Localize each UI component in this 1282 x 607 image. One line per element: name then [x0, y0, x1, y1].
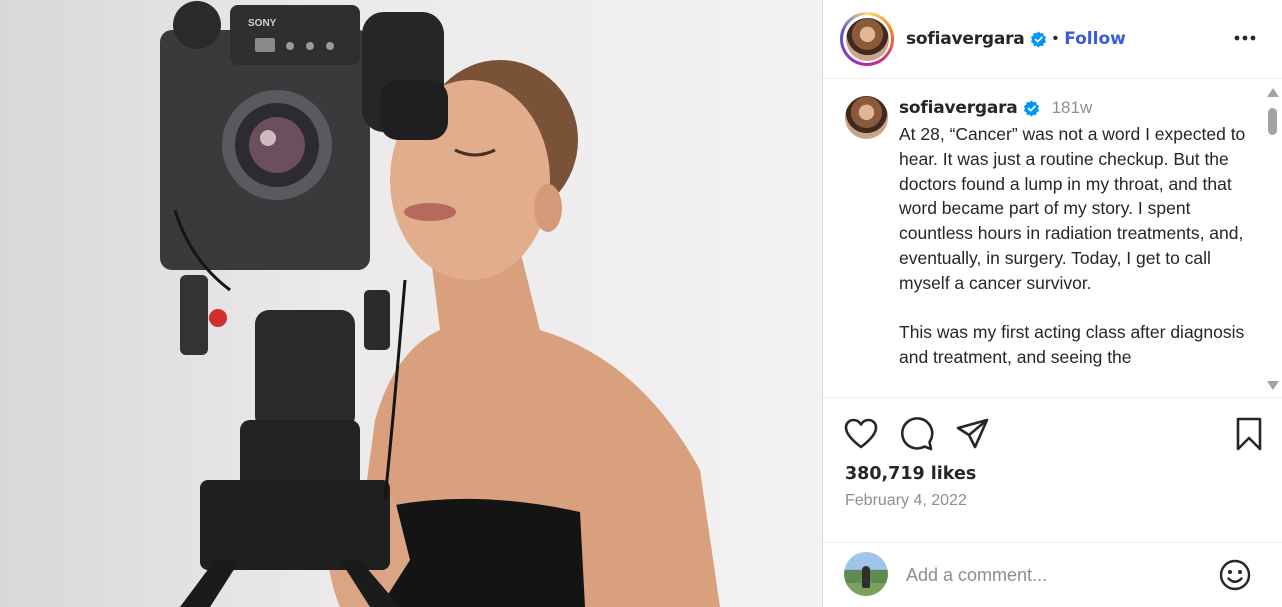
post-date[interactable]: February 4, 2022: [845, 492, 967, 510]
camera-brand-label: SONY: [248, 18, 277, 29]
bookmark-icon[interactable]: [1231, 416, 1267, 452]
verified-badge-icon: [1030, 30, 1047, 48]
scroll-down-arrow-icon[interactable]: [1267, 381, 1279, 390]
caption-text: At 28, “Cancer” was not a word I expecte…: [899, 124, 1246, 368]
current-user-avatar: [844, 552, 888, 596]
header-separator: •: [1052, 30, 1059, 47]
post-timestamp[interactable]: 181w: [1052, 98, 1093, 118]
avatar-image: [845, 17, 889, 61]
caption-section[interactable]: sofiavergara 181w At 28, “Cancer” was no…: [823, 80, 1282, 398]
likes-count[interactable]: 380,719 likes: [845, 464, 976, 484]
emoji-icon[interactable]: [1219, 559, 1251, 591]
comment-icon[interactable]: [899, 416, 935, 452]
post-actions: [843, 416, 1263, 452]
post-photo[interactable]: SONY: [0, 0, 822, 607]
follow-button[interactable]: Follow: [1064, 29, 1126, 49]
post-details-panel: sofiavergara • Follow sofiavergara 181w …: [822, 0, 1282, 607]
profile-avatar[interactable]: [840, 12, 894, 66]
post-header: sofiavergara • Follow: [823, 0, 1282, 79]
more-options-icon[interactable]: [1233, 28, 1257, 48]
comment-bar: [823, 542, 1282, 607]
caption-header: sofiavergara 181w: [899, 98, 1092, 118]
caption-avatar[interactable]: [845, 96, 888, 139]
heart-icon[interactable]: [843, 416, 879, 452]
caption-username[interactable]: sofiavergara: [899, 98, 1018, 118]
post-photo-illustration: SONY: [160, 1, 720, 607]
share-icon[interactable]: [955, 416, 991, 452]
scroll-thumb[interactable]: [1268, 108, 1277, 135]
verified-badge-icon: [1023, 99, 1040, 117]
caption-scrollbar[interactable]: [1263, 80, 1282, 398]
header-username[interactable]: sofiavergara: [906, 29, 1025, 49]
comment-input[interactable]: [906, 561, 1206, 589]
scroll-up-arrow-icon[interactable]: [1267, 88, 1279, 97]
